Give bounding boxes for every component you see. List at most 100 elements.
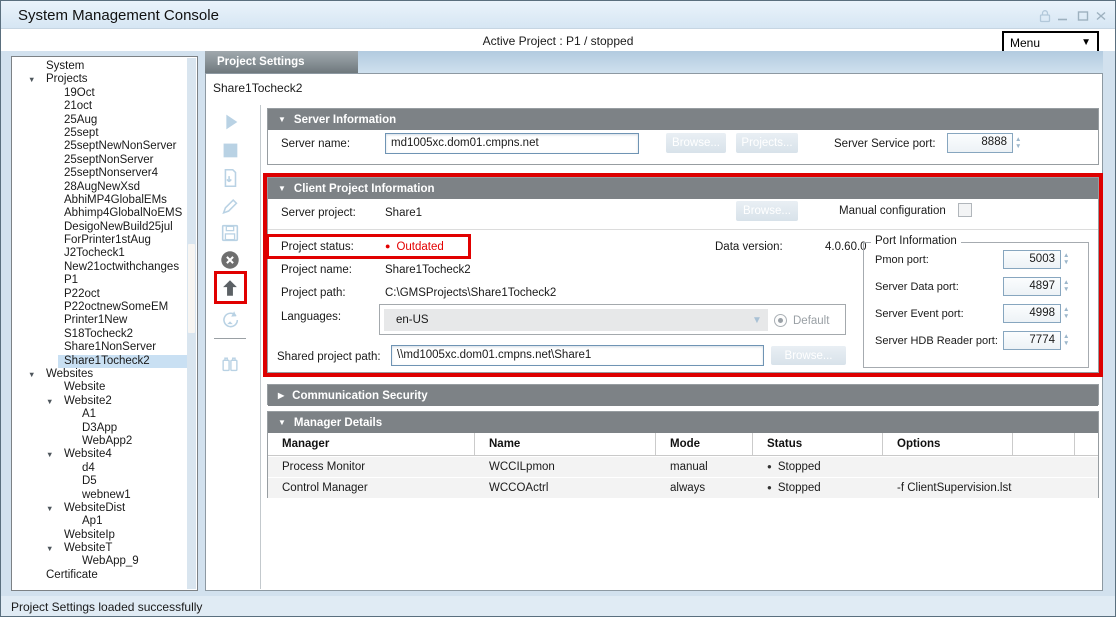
column-header-mode[interactable]: Mode bbox=[656, 433, 753, 455]
table-row[interactable]: Process MonitorWCCILpmonmanual●Stopped bbox=[268, 457, 1098, 477]
spinner-up-icon[interactable]: ▲ bbox=[1015, 137, 1021, 143]
section-manager-details-header[interactable]: ▼ Manager Details bbox=[268, 412, 1098, 433]
tree-item-Website4[interactable]: ▼Website4 bbox=[12, 448, 188, 461]
tree-item-label: Ap1 bbox=[82, 515, 102, 528]
tree-item-Printer1New[interactable]: Printer1New bbox=[12, 314, 188, 327]
tree-item-Websites[interactable]: ▼Websites bbox=[12, 368, 188, 381]
tree-item-Ap1[interactable]: Ap1 bbox=[12, 515, 188, 528]
tree-item-25sept[interactable]: 25sept bbox=[12, 127, 188, 140]
tree-item-Website2[interactable]: ▼Website2 bbox=[12, 395, 188, 408]
tree-scrollbar-thumb[interactable] bbox=[188, 244, 195, 333]
column-header-manager[interactable]: Manager bbox=[268, 433, 475, 455]
spinner-down-icon[interactable]: ▼ bbox=[1015, 144, 1021, 150]
tree-item-New21octwithchanges[interactable]: New21octwithchanges bbox=[12, 261, 188, 274]
column-header-blank bbox=[1075, 433, 1098, 455]
section-communication-security-header[interactable]: ▶ Communication Security bbox=[268, 385, 1098, 406]
tree-item-Share1Tocheck2[interactable]: Share1Tocheck2 bbox=[12, 355, 188, 368]
tree-item-System[interactable]: System bbox=[12, 60, 188, 73]
cancel-button[interactable] bbox=[219, 249, 241, 271]
service-port-input[interactable]: 8888 bbox=[947, 133, 1013, 153]
tree-item-WebApp_9[interactable]: WebApp_9 bbox=[12, 555, 188, 568]
tree-item-Abhimp4GlobalNoEMS[interactable]: Abhimp4GlobalNoEMS bbox=[12, 207, 188, 220]
start-project-button[interactable] bbox=[219, 111, 241, 133]
tree-item-P22octnewSomeEM[interactable]: P22octnewSomeEM bbox=[12, 301, 188, 314]
projects-button[interactable]: Projects... bbox=[736, 133, 798, 153]
tree-item-ForPrinter1stAug[interactable]: ForPrinter1stAug bbox=[12, 234, 188, 247]
tree-indent-spacer bbox=[46, 314, 64, 327]
tree-item-label: WebsiteDist bbox=[64, 502, 125, 515]
tree-item-label: A1 bbox=[82, 408, 96, 421]
tree-item-D3App[interactable]: D3App bbox=[12, 422, 188, 435]
tree-item-Website[interactable]: Website bbox=[12, 381, 188, 394]
tree-item-WebApp2[interactable]: WebApp2 bbox=[12, 435, 188, 448]
tree-item-WebsiteT[interactable]: ▼WebsiteT bbox=[12, 542, 188, 555]
tree-item-25septNonServer[interactable]: 25septNonServer bbox=[12, 154, 188, 167]
save-project-button[interactable] bbox=[219, 222, 241, 244]
tree-item-label: d4 bbox=[82, 462, 95, 475]
server-name-input[interactable]: md1005xc.dom01.cmpns.net bbox=[385, 133, 639, 154]
tree-item-25septNonserver4[interactable]: 25septNonserver4 bbox=[12, 167, 188, 180]
play-icon bbox=[219, 111, 241, 133]
edit-project-button[interactable] bbox=[219, 195, 241, 217]
tree-item-DesigoNewBuild25jul[interactable]: DesigoNewBuild25jul bbox=[12, 221, 188, 234]
tree-item-Share1NonServer[interactable]: Share1NonServer bbox=[12, 341, 188, 354]
column-header-options[interactable]: Options bbox=[883, 433, 1013, 455]
compare-projects-button[interactable] bbox=[219, 353, 241, 375]
expand-triangle-icon: ▼ bbox=[278, 418, 286, 427]
expand-triangle-icon[interactable]: ▼ bbox=[28, 368, 46, 381]
tree-item-WebsiteIp[interactable]: WebsiteIp bbox=[12, 529, 188, 542]
expand-triangle-icon[interactable]: ▼ bbox=[46, 502, 64, 515]
status-text: Project Settings loaded successfully bbox=[11, 600, 202, 614]
restore-project-button[interactable] bbox=[219, 309, 241, 331]
tree-item-label: WebApp2 bbox=[82, 435, 132, 448]
cell: manual bbox=[656, 457, 753, 477]
section-server-information-header[interactable]: ▼ Server Information bbox=[268, 109, 1098, 130]
tree-item-label: Website4 bbox=[64, 448, 112, 461]
tree-item-P22oct[interactable]: P22oct bbox=[12, 288, 188, 301]
close-button[interactable] bbox=[1093, 8, 1109, 24]
tree-item-25septNewNonServer[interactable]: 25septNewNonServer bbox=[12, 140, 188, 153]
tree-item-19Oct[interactable]: 19Oct bbox=[12, 87, 188, 100]
title-bar: System Management Console bbox=[1, 1, 1115, 29]
tree-scrollbar[interactable] bbox=[187, 58, 196, 589]
tree-indent-spacer bbox=[46, 381, 64, 394]
cell: WCCILpmon bbox=[475, 457, 656, 477]
minimize-button[interactable] bbox=[1055, 8, 1071, 24]
tree-item-28AugNewXsd[interactable]: 28AugNewXsd bbox=[12, 181, 188, 194]
tree-item-P1[interactable]: P1 bbox=[12, 274, 188, 287]
tree-item-webnew1[interactable]: webnew1 bbox=[12, 489, 188, 502]
tree-item-Projects[interactable]: ▼Projects bbox=[12, 73, 188, 86]
tree-item-label: P22oct bbox=[64, 288, 100, 301]
tree-item-label: Abhimp4GlobalNoEMS bbox=[64, 207, 182, 220]
tree-indent-spacer bbox=[64, 435, 82, 448]
tree-item-label: S18Tocheck2 bbox=[64, 328, 133, 341]
expand-triangle-icon[interactable]: ▼ bbox=[28, 73, 46, 86]
tree-item-WebsiteDist[interactable]: ▼WebsiteDist bbox=[12, 502, 188, 515]
column-header-status[interactable]: Status bbox=[753, 433, 883, 455]
expand-triangle-icon[interactable]: ▼ bbox=[46, 395, 64, 408]
tree-item-S18Tocheck2[interactable]: S18Tocheck2 bbox=[12, 328, 188, 341]
tree-item-J2Tocheck1[interactable]: J2Tocheck1 bbox=[12, 247, 188, 260]
column-header-name[interactable]: Name bbox=[475, 433, 656, 455]
tree-item-d4[interactable]: d4 bbox=[12, 462, 188, 475]
tree-item-21oct[interactable]: 21oct bbox=[12, 100, 188, 113]
tree-item-A1[interactable]: A1 bbox=[12, 408, 188, 421]
tab-project-settings[interactable]: Project Settings bbox=[205, 51, 358, 73]
tree-item-Certificate[interactable]: Certificate bbox=[12, 569, 188, 582]
copy-document-icon bbox=[219, 167, 241, 189]
tree-item-25Aug[interactable]: 25Aug bbox=[12, 114, 188, 127]
maximize-button[interactable] bbox=[1075, 8, 1091, 24]
tree-item-label: P22octnewSomeEM bbox=[64, 301, 168, 314]
browse-server-button[interactable]: Browse... bbox=[666, 133, 726, 153]
tree-item-AbhiMP4GlobalEMs[interactable]: AbhiMP4GlobalEMs bbox=[12, 194, 188, 207]
tree-item-label: Projects bbox=[46, 73, 88, 86]
tree-indent-spacer bbox=[28, 569, 46, 582]
table-row[interactable]: Control ManagerWCCOActrlalways●Stopped-f… bbox=[268, 478, 1098, 498]
stop-project-button[interactable] bbox=[219, 139, 241, 161]
tree-indent-spacer bbox=[46, 140, 64, 153]
expand-triangle-icon[interactable]: ▼ bbox=[46, 542, 64, 555]
expand-triangle-icon[interactable]: ▼ bbox=[46, 448, 64, 461]
tree-item-D5[interactable]: D5 bbox=[12, 475, 188, 488]
copy-project-button[interactable] bbox=[219, 167, 241, 189]
section-manager-details: ▼ Manager Details Manager Name Mode Stat… bbox=[267, 411, 1099, 498]
